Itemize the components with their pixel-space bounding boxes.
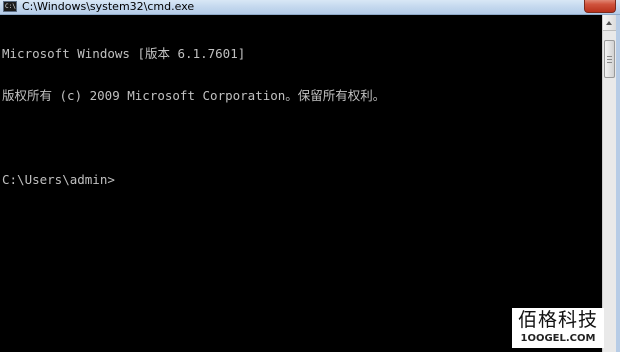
- scroll-up-arrow-icon[interactable]: [603, 15, 616, 31]
- thumb-grip-icon: [607, 59, 612, 60]
- window-title: C:\Windows\system32\cmd.exe: [22, 0, 195, 13]
- cmd-console-icon[interactable]: C:\: [3, 1, 17, 12]
- close-button[interactable]: [584, 0, 616, 13]
- watermark: 佰格科技 1OOGEL.COM: [512, 308, 604, 348]
- vertical-scrollbar[interactable]: [602, 15, 616, 352]
- cmd-window: C:\ C:\Windows\system32\cmd.exe Microsof…: [0, 0, 620, 352]
- watermark-brand: 佰格科技: [517, 309, 598, 331]
- window-frame-right: [616, 15, 620, 352]
- command-prompt[interactable]: C:\Users\admin>: [2, 173, 598, 187]
- thumb-grip-icon: [607, 62, 612, 63]
- console-line-copyright: 版权所有 (c) 2009 Microsoft Corporation。保留所有…: [2, 88, 386, 103]
- watermark-url: 1OOGEL.COM: [520, 333, 596, 344]
- console-output[interactable]: Microsoft Windows [版本 6.1.7601] 版权所有 (c)…: [0, 15, 598, 352]
- thumb-grip-icon: [607, 56, 612, 57]
- scrollbar-thumb[interactable]: [604, 40, 615, 78]
- title-bar[interactable]: C:\ C:\Windows\system32\cmd.exe: [0, 0, 620, 15]
- console-line-version: Microsoft Windows [版本 6.1.7601]: [2, 46, 246, 61]
- title-icon-glyph: C:\: [5, 3, 16, 10]
